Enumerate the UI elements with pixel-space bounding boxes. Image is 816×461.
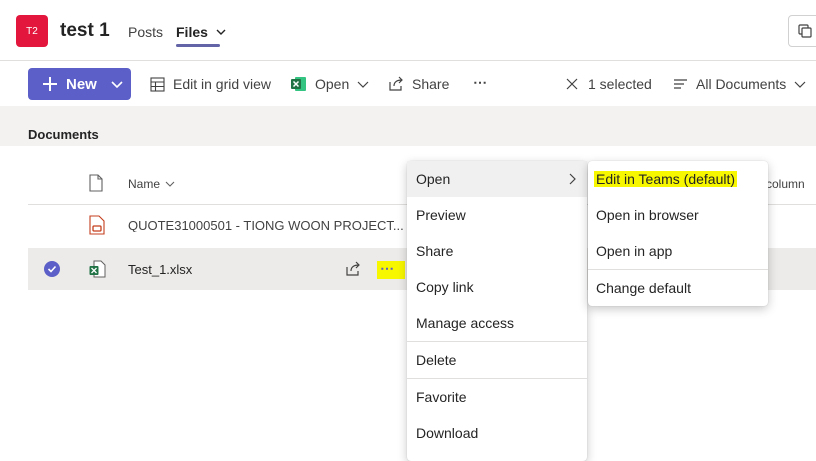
selected-check-icon[interactable] [44, 261, 60, 277]
share-icon [389, 76, 403, 91]
row-more-button[interactable]: ⋯ [380, 260, 395, 277]
new-button[interactable]: New [28, 68, 131, 100]
menu-item-copy-link[interactable]: Copy link [407, 269, 587, 305]
meeting-button[interactable] [788, 15, 816, 47]
edit-grid-view-label: Edit in grid view [173, 76, 272, 92]
close-icon [566, 78, 578, 90]
list-icon [674, 79, 687, 89]
context-menu: Open Preview Share Copy link Manage acce… [407, 161, 587, 461]
excel-file-icon [89, 260, 106, 278]
submenu-item-open-in-app[interactable]: Open in app [588, 233, 768, 269]
submenu-item-open-in-browser[interactable]: Open in browser [588, 197, 768, 233]
chevron-right-icon [569, 173, 576, 185]
open-submenu: Edit in Teams (default) Open in browser … [588, 161, 768, 306]
team-avatar[interactable]: T2 [16, 15, 48, 47]
copy-icon [798, 24, 812, 38]
share-icon[interactable] [345, 261, 361, 277]
new-button-label: New [66, 75, 97, 93]
chevron-down-icon [357, 81, 369, 88]
tab-posts[interactable]: Posts [128, 24, 163, 40]
submenu-item-change-default[interactable]: Change default [588, 270, 768, 306]
pdf-file-icon [89, 215, 105, 235]
menu-item-label: Open [416, 171, 451, 187]
menu-item-manage-access[interactable]: Manage access [407, 305, 587, 341]
chevron-down-icon [794, 81, 806, 88]
menu-item-share[interactable]: Share [407, 233, 587, 269]
view-selector[interactable]: All Documents [673, 76, 814, 92]
header-divider [0, 60, 816, 61]
menu-item-preview[interactable]: Preview [407, 197, 587, 233]
tab-active-indicator [176, 44, 220, 47]
name-column-label: Name [128, 177, 161, 191]
plus-icon [43, 77, 57, 91]
file-name[interactable]: Test_1.xlsx [128, 262, 192, 277]
clear-selection-button[interactable]: 1 selected [566, 76, 652, 92]
file-type-header-icon[interactable] [89, 174, 103, 192]
chevron-down-icon [165, 181, 175, 187]
edit-grid-view-button[interactable]: Edit in grid view [150, 76, 271, 92]
open-button[interactable]: Open [291, 76, 377, 92]
team-name: test 1 [60, 20, 110, 41]
menu-item-delete[interactable]: Delete [407, 342, 587, 378]
tab-files[interactable]: Files [176, 24, 226, 40]
grid-icon [150, 76, 165, 92]
share-button-label: Share [412, 76, 450, 92]
open-button-label: Open [315, 76, 350, 92]
documents-header-band [0, 106, 816, 146]
chevron-down-icon [111, 81, 123, 89]
more-options-button[interactable]: ⋯ [473, 74, 487, 91]
share-button[interactable]: Share [388, 76, 449, 92]
chevron-down-icon [216, 29, 226, 35]
menu-item-open[interactable]: Open [407, 161, 587, 197]
submenu-item-edit-in-teams[interactable]: Edit in Teams (default) [588, 161, 768, 197]
submenu-item-label: Edit in Teams (default) [594, 171, 738, 187]
name-column-header[interactable]: Name [128, 177, 175, 191]
excel-icon [291, 77, 306, 91]
selected-count: 1 selected [588, 76, 652, 92]
menu-item-download[interactable]: Download [407, 415, 587, 451]
add-column-header[interactable]: column [766, 177, 805, 191]
file-name[interactable]: QUOTE31000501 - TIONG WOON PROJECT... [128, 218, 408, 232]
menu-item-favorite[interactable]: Favorite [407, 379, 587, 415]
tab-files-label: Files [176, 24, 208, 40]
documents-title: Documents [28, 127, 99, 142]
view-selector-label: All Documents [696, 76, 787, 92]
